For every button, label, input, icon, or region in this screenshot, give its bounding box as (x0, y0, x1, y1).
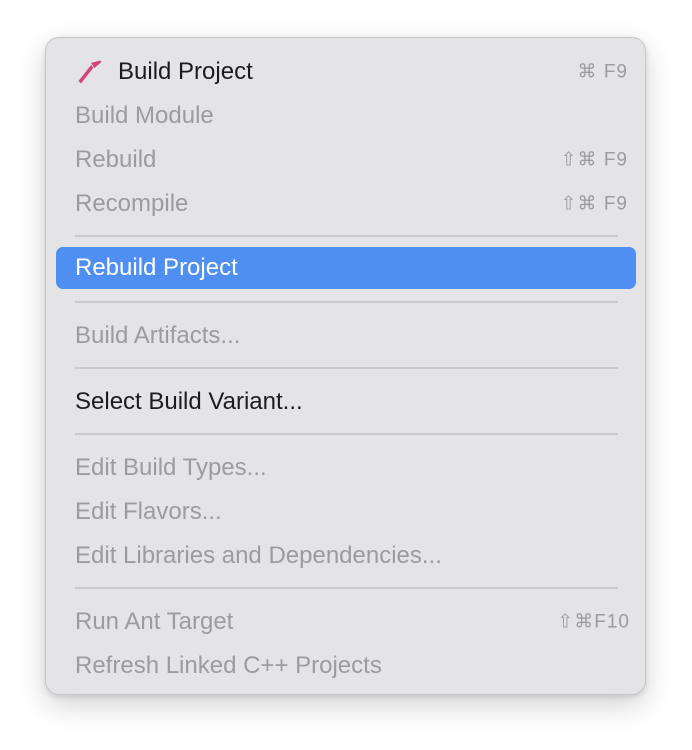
build-menu: Build Project ⌘ F9 Build Module Rebuild … (45, 37, 646, 695)
menu-item-label: Build Module (75, 102, 214, 129)
menu-item-label: Rebuild (75, 146, 157, 173)
menu-separator (75, 367, 618, 369)
menu-item-build-module[interactable]: Build Module (56, 95, 636, 137)
menu-item-build-artifacts[interactable]: Build Artifacts... (56, 315, 636, 357)
menu-item-label: Edit Flavors... (75, 498, 222, 525)
menu-item-edit-build-types[interactable]: Edit Build Types... (56, 447, 636, 489)
menu-item-edit-flavors[interactable]: Edit Flavors... (56, 491, 636, 533)
menu-item-edit-libraries-and-dependencies[interactable]: Edit Libraries and Dependencies... (56, 535, 636, 577)
menu-item-label: Build Project (118, 58, 253, 85)
keyboard-shortcut: ⇧⌘ F9 (560, 193, 628, 215)
menu-item-refresh-linked-cpp-projects[interactable]: Refresh Linked C++ Projects (56, 645, 636, 687)
menu-item-recompile[interactable]: Recompile ⇧⌘ F9 (56, 183, 636, 225)
hammer-icon (74, 56, 106, 88)
menu-item-label: Refresh Linked C++ Projects (75, 652, 382, 679)
menu-item-label: Edit Build Types... (75, 454, 267, 481)
menu-item-select-build-variant[interactable]: Select Build Variant... (56, 381, 636, 423)
menu-item-build-project[interactable]: Build Project ⌘ F9 (56, 51, 636, 93)
menu-item-label: Recompile (75, 190, 189, 217)
menu-item-run-ant-target[interactable]: Run Ant Target ⇧⌘F10 (56, 601, 636, 643)
keyboard-shortcut: ⇧⌘ F9 (560, 149, 628, 171)
keyboard-shortcut: ⇧⌘F10 (557, 611, 630, 633)
menu-item-label: Select Build Variant... (75, 388, 303, 415)
menu-item-label: Edit Libraries and Dependencies... (75, 542, 442, 569)
menu-separator (75, 587, 618, 589)
menu-separator (75, 235, 618, 237)
menu-item-label: Run Ant Target (75, 608, 234, 635)
keyboard-shortcut: ⌘ F9 (577, 61, 628, 83)
menu-item-label: Build Artifacts... (75, 322, 241, 349)
menu-item-rebuild[interactable]: Rebuild ⇧⌘ F9 (56, 139, 636, 181)
menu-separator (75, 301, 618, 303)
menu-item-rebuild-project[interactable]: Rebuild Project (56, 247, 636, 289)
menu-separator (75, 433, 618, 435)
menu-item-label: Rebuild Project (75, 254, 238, 281)
